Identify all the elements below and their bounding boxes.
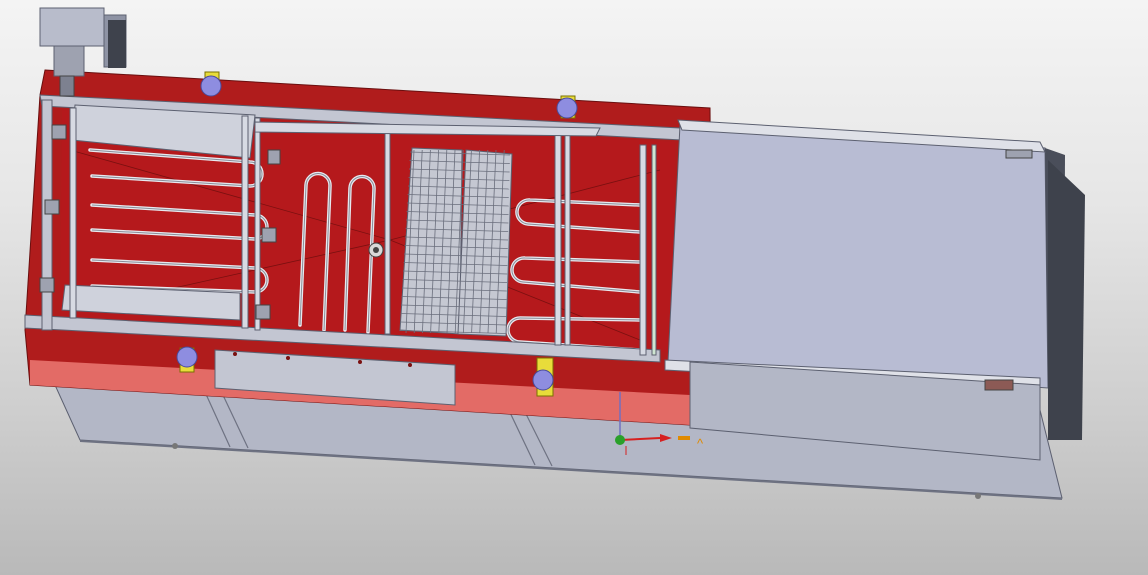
foot	[172, 443, 178, 449]
triad-label: ^	[697, 436, 704, 451]
triad-y-axis	[615, 435, 625, 445]
mesh-basket	[399, 147, 513, 337]
3d-viewport[interactable]: ^	[0, 0, 1148, 575]
model-canvas[interactable]: ^	[0, 0, 1148, 575]
foot	[975, 493, 981, 499]
conveyor-cover	[664, 119, 1085, 461]
